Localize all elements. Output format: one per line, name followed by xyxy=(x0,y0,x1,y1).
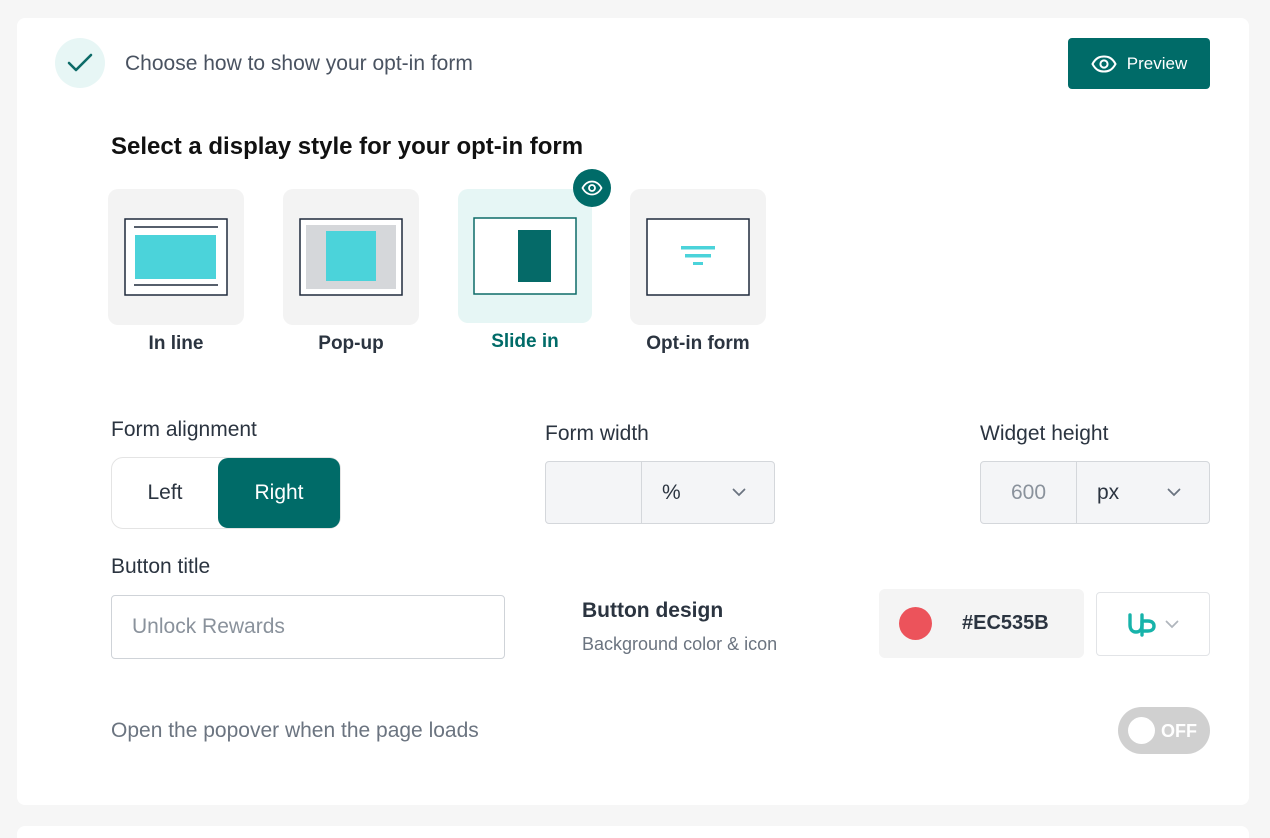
form-width-control: % xyxy=(545,461,775,524)
preview-button[interactable]: Preview xyxy=(1068,38,1210,89)
step-title: Choose how to show your opt-in form xyxy=(125,52,473,75)
chevron-down-icon xyxy=(1165,620,1179,628)
display-option-slide-in[interactable] xyxy=(458,189,592,323)
form-width-unit-select[interactable]: % xyxy=(642,462,774,523)
popover-on-load-toggle[interactable]: OFF xyxy=(1118,707,1210,754)
display-option-inline-label: In line xyxy=(148,333,204,354)
popover-on-load-label: Open the popover when the page loads xyxy=(111,719,479,742)
optin-form-layout-icon xyxy=(646,218,750,296)
widget-height-input[interactable]: 600 xyxy=(981,462,1077,523)
inline-layout-icon xyxy=(124,218,228,296)
form-width-label: Form width xyxy=(545,422,649,445)
display-option-popup-label: Pop-up xyxy=(318,333,384,354)
chevron-down-icon xyxy=(1167,488,1181,497)
color-hex-value: #EC535B xyxy=(962,612,1049,634)
button-title-label: Button title xyxy=(111,555,211,578)
display-option-optin-form[interactable] xyxy=(630,189,766,325)
toggle-knob xyxy=(1128,717,1155,744)
align-right-option[interactable]: Right xyxy=(218,458,340,528)
widget-height-label: Widget height xyxy=(980,422,1109,445)
form-alignment-label: Form alignment xyxy=(111,418,257,441)
button-design-title: Button design xyxy=(582,599,724,622)
form-width-input[interactable] xyxy=(546,462,642,523)
widget-height-unit-select[interactable]: px xyxy=(1077,462,1209,523)
display-style-title: Select a display style for your opt-in f… xyxy=(111,133,584,160)
slide-in-layout-icon xyxy=(473,217,577,295)
align-left-option[interactable]: Left xyxy=(112,458,218,528)
selected-eye-badge xyxy=(573,169,611,207)
button-color-picker[interactable]: #EC535B xyxy=(879,589,1084,658)
button-design-subtitle: Background color & icon xyxy=(582,634,778,654)
form-width-unit: % xyxy=(662,480,681,504)
optin-settings-card: Choose how to show your opt-in form Prev… xyxy=(17,18,1249,805)
button-icon-select[interactable] xyxy=(1096,592,1210,656)
form-alignment-toggle: Left Right xyxy=(111,457,341,529)
button-title-input[interactable] xyxy=(111,595,505,659)
color-swatch xyxy=(899,607,932,640)
widget-height-unit: px xyxy=(1097,480,1120,504)
display-option-optin-form-label: Opt-in form xyxy=(646,333,750,354)
display-option-slide-in-label: Slide in xyxy=(491,331,559,352)
up-logo-icon xyxy=(1128,613,1156,637)
widget-height-control: 600 px xyxy=(980,461,1210,524)
display-option-inline[interactable] xyxy=(108,189,244,325)
step-complete-badge xyxy=(55,38,105,88)
toggle-state-text: OFF xyxy=(1161,721,1197,741)
popup-layout-icon xyxy=(299,218,403,296)
eye-icon xyxy=(581,180,603,196)
next-section-card xyxy=(17,826,1249,838)
display-option-popup[interactable] xyxy=(283,189,419,325)
chevron-down-icon xyxy=(732,488,746,497)
check-icon xyxy=(67,53,93,72)
preview-button-label: Preview xyxy=(1126,53,1188,73)
eye-icon xyxy=(1091,54,1117,73)
